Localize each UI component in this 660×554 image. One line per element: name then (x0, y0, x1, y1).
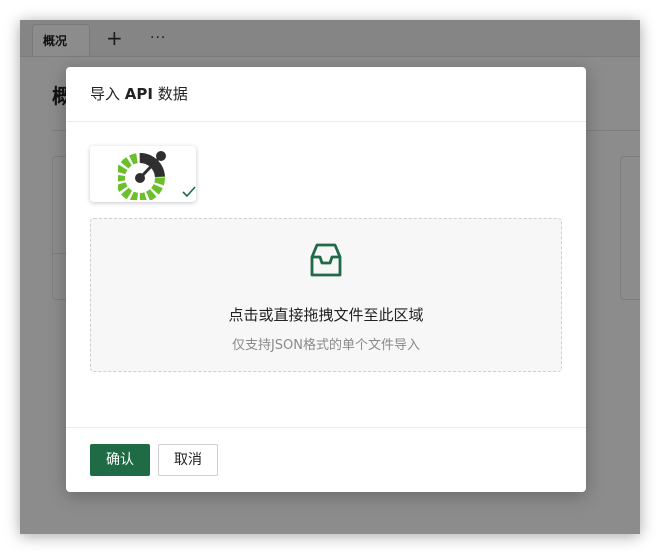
import-api-dialog: 导入 API 数据 点击或直接拖拽文件至此区域 仅支持JSON格式的单个文件导入… (66, 67, 586, 492)
file-dropzone[interactable]: 点击或直接拖拽文件至此区域 仅支持JSON格式的单个文件导入 (90, 218, 562, 372)
confirm-button[interactable]: 确认 (90, 444, 150, 476)
check-icon (182, 186, 196, 198)
openapi-logo-icon (118, 151, 166, 200)
cancel-button[interactable]: 取消 (158, 444, 218, 476)
dropzone-hint: 仅支持JSON格式的单个文件导入 (231, 338, 421, 353)
openapi-source-option[interactable] (90, 146, 196, 202)
inbox-icon (310, 243, 342, 277)
dropzone-title: 点击或直接拖拽文件至此区域 (228, 306, 424, 324)
dialog-header: 导入 API 数据 (66, 67, 586, 122)
dialog-title: 导入 API 数据 (90, 85, 188, 103)
dialog-footer: 确认 取消 (66, 427, 586, 493)
